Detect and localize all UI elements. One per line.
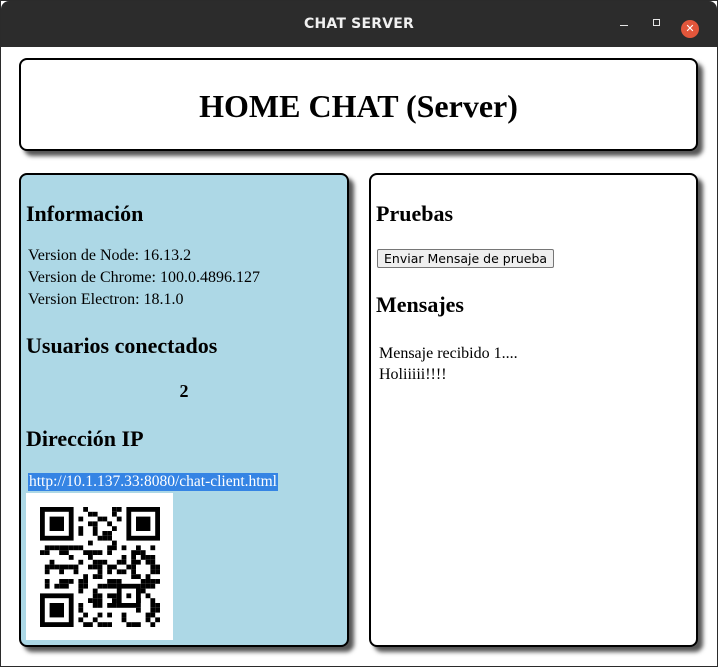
send-test-message-button[interactable]: Enviar Mensaje de prueba bbox=[377, 249, 555, 268]
app-window: CHAT SERVER ✕ HOME CHAT (Server) Informa… bbox=[0, 0, 718, 667]
qr-code-icon bbox=[26, 493, 173, 640]
page-title: HOME CHAT (Server) bbox=[199, 88, 518, 124]
message-item: Holiiiii!!!! bbox=[379, 366, 447, 383]
maximize-button[interactable] bbox=[647, 15, 665, 33]
header-panel: HOME CHAT (Server) bbox=[19, 58, 698, 151]
info-heading: Información bbox=[26, 201, 144, 226]
electron-version: Version Electron: 18.1.0 bbox=[28, 291, 184, 308]
window-title: CHAT SERVER bbox=[304, 16, 414, 32]
app-content: HOME CHAT (Server) Información Version d… bbox=[9, 47, 709, 659]
qr-code-graphic bbox=[40, 507, 160, 627]
close-icon: ✕ bbox=[685, 22, 695, 35]
tests-heading: Pruebas bbox=[376, 201, 453, 226]
ip-heading: Dirección IP bbox=[26, 426, 144, 451]
close-button[interactable]: ✕ bbox=[681, 20, 699, 38]
info-panel: Información Version de Node: 16.13.2 Ver… bbox=[19, 173, 349, 647]
minimize-button[interactable] bbox=[615, 15, 633, 33]
users-count: 2 bbox=[179, 381, 189, 401]
chrome-version: Version de Chrome: 100.0.4896.127 bbox=[28, 269, 260, 286]
users-heading: Usuarios conectados bbox=[26, 333, 218, 358]
minimize-icon bbox=[620, 25, 628, 26]
message-item: Mensaje recibido 1.... bbox=[379, 345, 518, 362]
node-version: Version de Node: 16.13.2 bbox=[28, 247, 192, 264]
maximize-icon bbox=[652, 19, 660, 26]
tests-panel: Pruebas Enviar Mensaje de prueba Mensaje… bbox=[369, 173, 698, 647]
title-bar[interactable]: CHAT SERVER ✕ bbox=[1, 1, 717, 47]
client-url-link[interactable]: http://10.1.137.33:8080/chat-client.html bbox=[28, 473, 278, 491]
messages-heading: Mensajes bbox=[376, 292, 464, 317]
